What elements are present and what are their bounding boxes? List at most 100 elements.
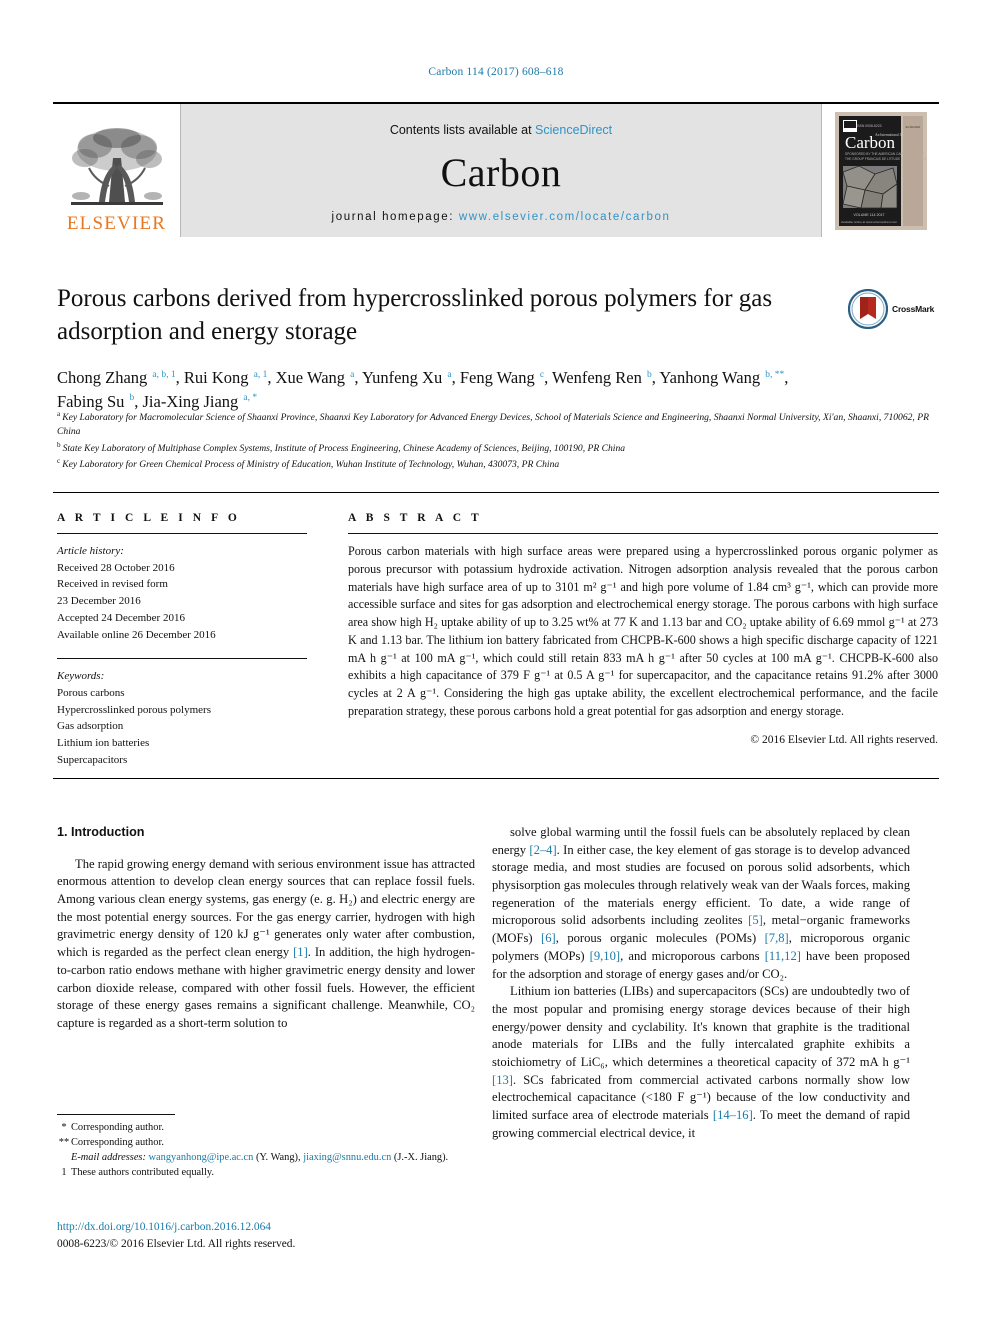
doi-block: http://dx.doi.org/10.1016/j.carbon.2016.… [57,1219,475,1253]
citation-ref[interactable]: [2–4] [529,843,556,857]
abstract-copyright: © 2016 Elsevier Ltd. All rights reserved… [750,733,938,746]
article-history-items: Received 28 October 2016 Received in revi… [57,560,307,644]
citation-ref[interactable]: [1] [293,945,308,959]
author-affiliation-mark: b, ** [765,369,785,380]
email-owner-jiang: (J.-X. Jiang). [393,1152,449,1164]
keyword-item: Porous carbons [57,687,125,700]
keywords-title: Keywords: [57,670,105,683]
author-name[interactable]: Rui Kong a, 1 [184,368,267,387]
double-asterisk-icon: ** [58,1137,70,1149]
author-name[interactable]: Wenfeng Ren b [552,368,652,387]
contents-prefix: Contents lists available at [389,122,536,137]
crossmark-badge[interactable]: CrossMark [848,288,940,330]
running-head: Carbon 114 (2017) 608–618 [428,66,564,78]
citation-ref[interactable]: [14–16] [713,1108,753,1122]
journal-masthead: ELSEVIER Contents lists available at Sci… [53,102,939,237]
journal-homepage-link[interactable]: www.elsevier.com/locate/carbon [459,211,671,223]
crossmark-icon [848,289,888,329]
keyword-item: Gas adsorption [57,720,124,733]
intro-paragraph-3: Lithium ion batteries (LIBs) and superca… [492,984,910,1140]
keyword-item: Supercapacitors [57,753,128,766]
affiliations: a Key Laboratory for Macromolecular Scien… [57,409,937,472]
svg-text:Available online at www.scienc: Available online at www.sciencedirect.co… [840,220,897,224]
abstract-rule [348,533,938,534]
footnote-number-1: 1 [61,1167,67,1179]
footnote-corresponding-2: ** Corresponding author. [57,1135,475,1150]
citation-ref[interactable]: [13] [492,1073,513,1087]
article-history-item: Accepted 24 December 2016 [57,611,185,624]
citation-ref[interactable]: [7,8] [765,931,789,945]
affiliation-mark: c [57,456,61,465]
doi-link[interactable]: http://dx.doi.org/10.1016/j.carbon.2016.… [57,1219,475,1236]
affiliation-line: a Key Laboratory for Macromolecular Scien… [57,410,929,438]
email-link-wang[interactable]: wangyanhong@ipe.ac.cn [149,1152,254,1163]
footnote-emails: E-mail addresses: wangyanhong@ipe.ac.cn … [71,1152,449,1164]
affiliation-mark: b [57,440,61,449]
article-history-item: Received in revised form [57,578,168,591]
author-name[interactable]: Xue Wang a [276,368,355,387]
keywords-group: Keywords: Porous carbons Hypercrosslinked… [57,668,307,768]
issn-copyright-line: 0008-6223/© 2016 Elsevier Ltd. All right… [57,1238,296,1251]
article-info-heading: A R T I C L E I N F O [57,512,241,524]
asterisk-icon: * [61,1122,67,1133]
sciencedirect-link[interactable]: ScienceDirect [535,123,612,137]
keyword-item: Hypercrosslinked porous polymers [57,703,211,716]
journal-cover-image: ISSN 0008-6223 Carbon An International J… [834,111,927,230]
abstract-column: A B S T R A C T Porous carbon materials … [348,512,938,746]
keywords-items: Porous carbons Hypercrosslinked porous po… [57,685,307,769]
masthead-center: Contents lists available at ScienceDirec… [181,104,821,237]
info-band-top-rule [53,492,939,493]
citation-ref[interactable]: [9,10] [590,949,620,963]
article-info-column: A R T I C L E I N F O Article history: R… [57,512,307,769]
svg-text:VOLUME 114 2017: VOLUME 114 2017 [853,213,884,217]
journal-title: Carbon [440,149,562,195]
journal-homepage-line: journal homepage: www.elsevier.com/locat… [332,211,671,223]
footnote-corresponding-2-text: Corresponding author. [71,1137,164,1149]
email-link-jiang[interactable]: jiaxing@snnu.edu.cn [303,1152,391,1163]
svg-text:ISSN 0008-6223: ISSN 0008-6223 [856,124,881,128]
email-addresses-label: E-mail addresses: [71,1152,146,1164]
author-list: Chong Zhang a, b, 1, Rui Kong a, 1, Xue … [57,368,789,411]
section-heading-introduction: 1. Introduction [57,825,145,839]
keyword-item: Lithium ion batteries [57,737,150,750]
footnote-corresponding-1-text: Corresponding author. [71,1122,164,1133]
article-history-item: Available online 26 December 2016 [57,628,216,641]
author-affiliation-mark: b [647,369,652,380]
email-owner-wang: (Y. Wang) [255,1152,299,1164]
elsevier-wordmark: ELSEVIER [66,213,167,234]
citation-ref[interactable]: [6] [541,931,556,945]
citation-ref[interactable]: [11,12] [765,949,801,963]
crossmark-label: CrossMark [892,304,935,314]
article-history-item: 23 December 2016 [57,595,141,608]
page-title: Porous carbons derived from hypercrossli… [57,285,773,345]
author-affiliation-mark: a [350,369,355,380]
author-affiliation-mark: a, 1 [253,369,268,380]
title-block: Porous carbons derived from hypercrossli… [57,283,837,414]
homepage-label: journal homepage: [331,210,459,223]
article-info-rule [57,533,307,534]
body-column-left: 1. Introduction The rapid growing energy… [57,824,475,1033]
citation-ref[interactable]: [5] [748,913,763,927]
article-history: Article history: Received 28 October 201… [57,543,307,643]
author-affiliation-mark: a, * [243,393,258,404]
abstract-text: Porous carbon materials with high surfac… [348,544,938,718]
intro-paragraph-1: The rapid growing energy demand with ser… [57,856,475,1030]
keywords-rule [57,658,307,660]
author-name[interactable]: Chong Zhang a, b, 1 [57,368,176,387]
affiliation-line: b State Key Laboratory of Multiphase Comp… [57,440,626,454]
journal-cover-thumbnail: ISSN 0008-6223 Carbon An International J… [821,104,939,237]
article-history-title: Article history: [57,545,124,557]
body-column-right: solve global warming until the fossil fu… [492,824,910,1142]
footnotes-block: * Corresponding author. ** Corresponding a… [57,1120,475,1180]
author-name[interactable]: Yunfeng Xu a [362,368,452,387]
author-name[interactable]: Feng Wang c [460,368,544,387]
footnote-equal-contribution: 1 These authors contributed equally. [57,1165,475,1180]
abstract-heading: A B S T R A C T [348,512,483,524]
elsevier-logo: ELSEVIER [53,104,181,237]
author-affiliation-mark: a, b, 1 [152,369,176,380]
paper-page: Carbon 114 (2017) 608–618 ELSEVIER Conte… [0,0,992,1323]
author-affiliation-mark: b [129,393,135,404]
author-name[interactable]: Yanhong Wang b, ** [659,368,784,387]
elsevier-tree-icon [70,128,163,205]
intro-paragraph-2: solve global warming until the fossil fu… [492,825,910,981]
